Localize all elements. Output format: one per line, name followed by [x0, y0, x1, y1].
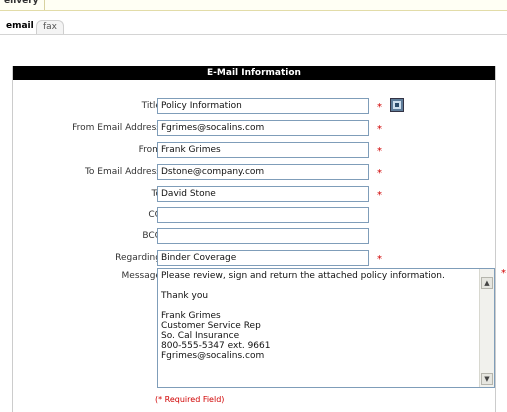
from-email-field[interactable]	[157, 120, 369, 136]
message-textarea[interactable]: Please review, sign and return the attac…	[157, 268, 495, 388]
message-text: Please review, sign and return the attac…	[161, 271, 445, 361]
address-book-icon[interactable]	[390, 98, 404, 112]
delivery-tab-strip: elivery	[0, 0, 507, 11]
required-marker: *	[377, 124, 382, 135]
scroll-down-icon[interactable]: ▼	[481, 373, 493, 385]
scroll-up-icon[interactable]: ▲	[481, 277, 493, 289]
tab-fax[interactable]: fax	[36, 20, 65, 34]
regarding-row: Regarding: *	[13, 250, 495, 268]
from-row: From: *	[13, 142, 495, 160]
email-information-panel: E-Mail Information Title: * From Email A…	[12, 66, 506, 412]
message-scrollbar[interactable]: ▲ ▼	[479, 269, 494, 387]
cc-field[interactable]	[157, 207, 369, 223]
to-field[interactable]	[157, 186, 369, 202]
required-marker: *	[377, 254, 382, 265]
panel-title: E-Mail Information	[13, 66, 495, 80]
bcc-field[interactable]	[157, 228, 369, 244]
to-email-label: To Email Address:	[84, 167, 164, 177]
title-row: Title: *	[13, 98, 495, 116]
title-field[interactable]	[157, 98, 369, 114]
from-email-row: From Email Address: *	[13, 120, 495, 138]
required-marker: *	[377, 102, 382, 113]
required-marker: *	[377, 190, 382, 201]
tab-email[interactable]: email	[0, 20, 40, 33]
to-email-row: To Email Address: *	[13, 164, 495, 182]
message-required-marker: *	[501, 268, 506, 279]
tabs-divider	[0, 34, 507, 35]
required-marker: *	[377, 168, 382, 179]
from-email-label: From Email Address:	[72, 123, 164, 133]
delivery-tab-label[interactable]: elivery	[4, 0, 39, 6]
required-field-note: (* Required Field)	[155, 395, 225, 404]
from-field[interactable]	[157, 142, 369, 158]
tab-divider	[44, 0, 45, 10]
regarding-field[interactable]	[157, 250, 369, 266]
required-marker: *	[377, 146, 382, 157]
bcc-row: BCC:	[13, 228, 495, 246]
cc-row: CC:	[13, 207, 495, 225]
to-row: To: *	[13, 186, 495, 204]
to-email-field[interactable]	[157, 164, 369, 180]
